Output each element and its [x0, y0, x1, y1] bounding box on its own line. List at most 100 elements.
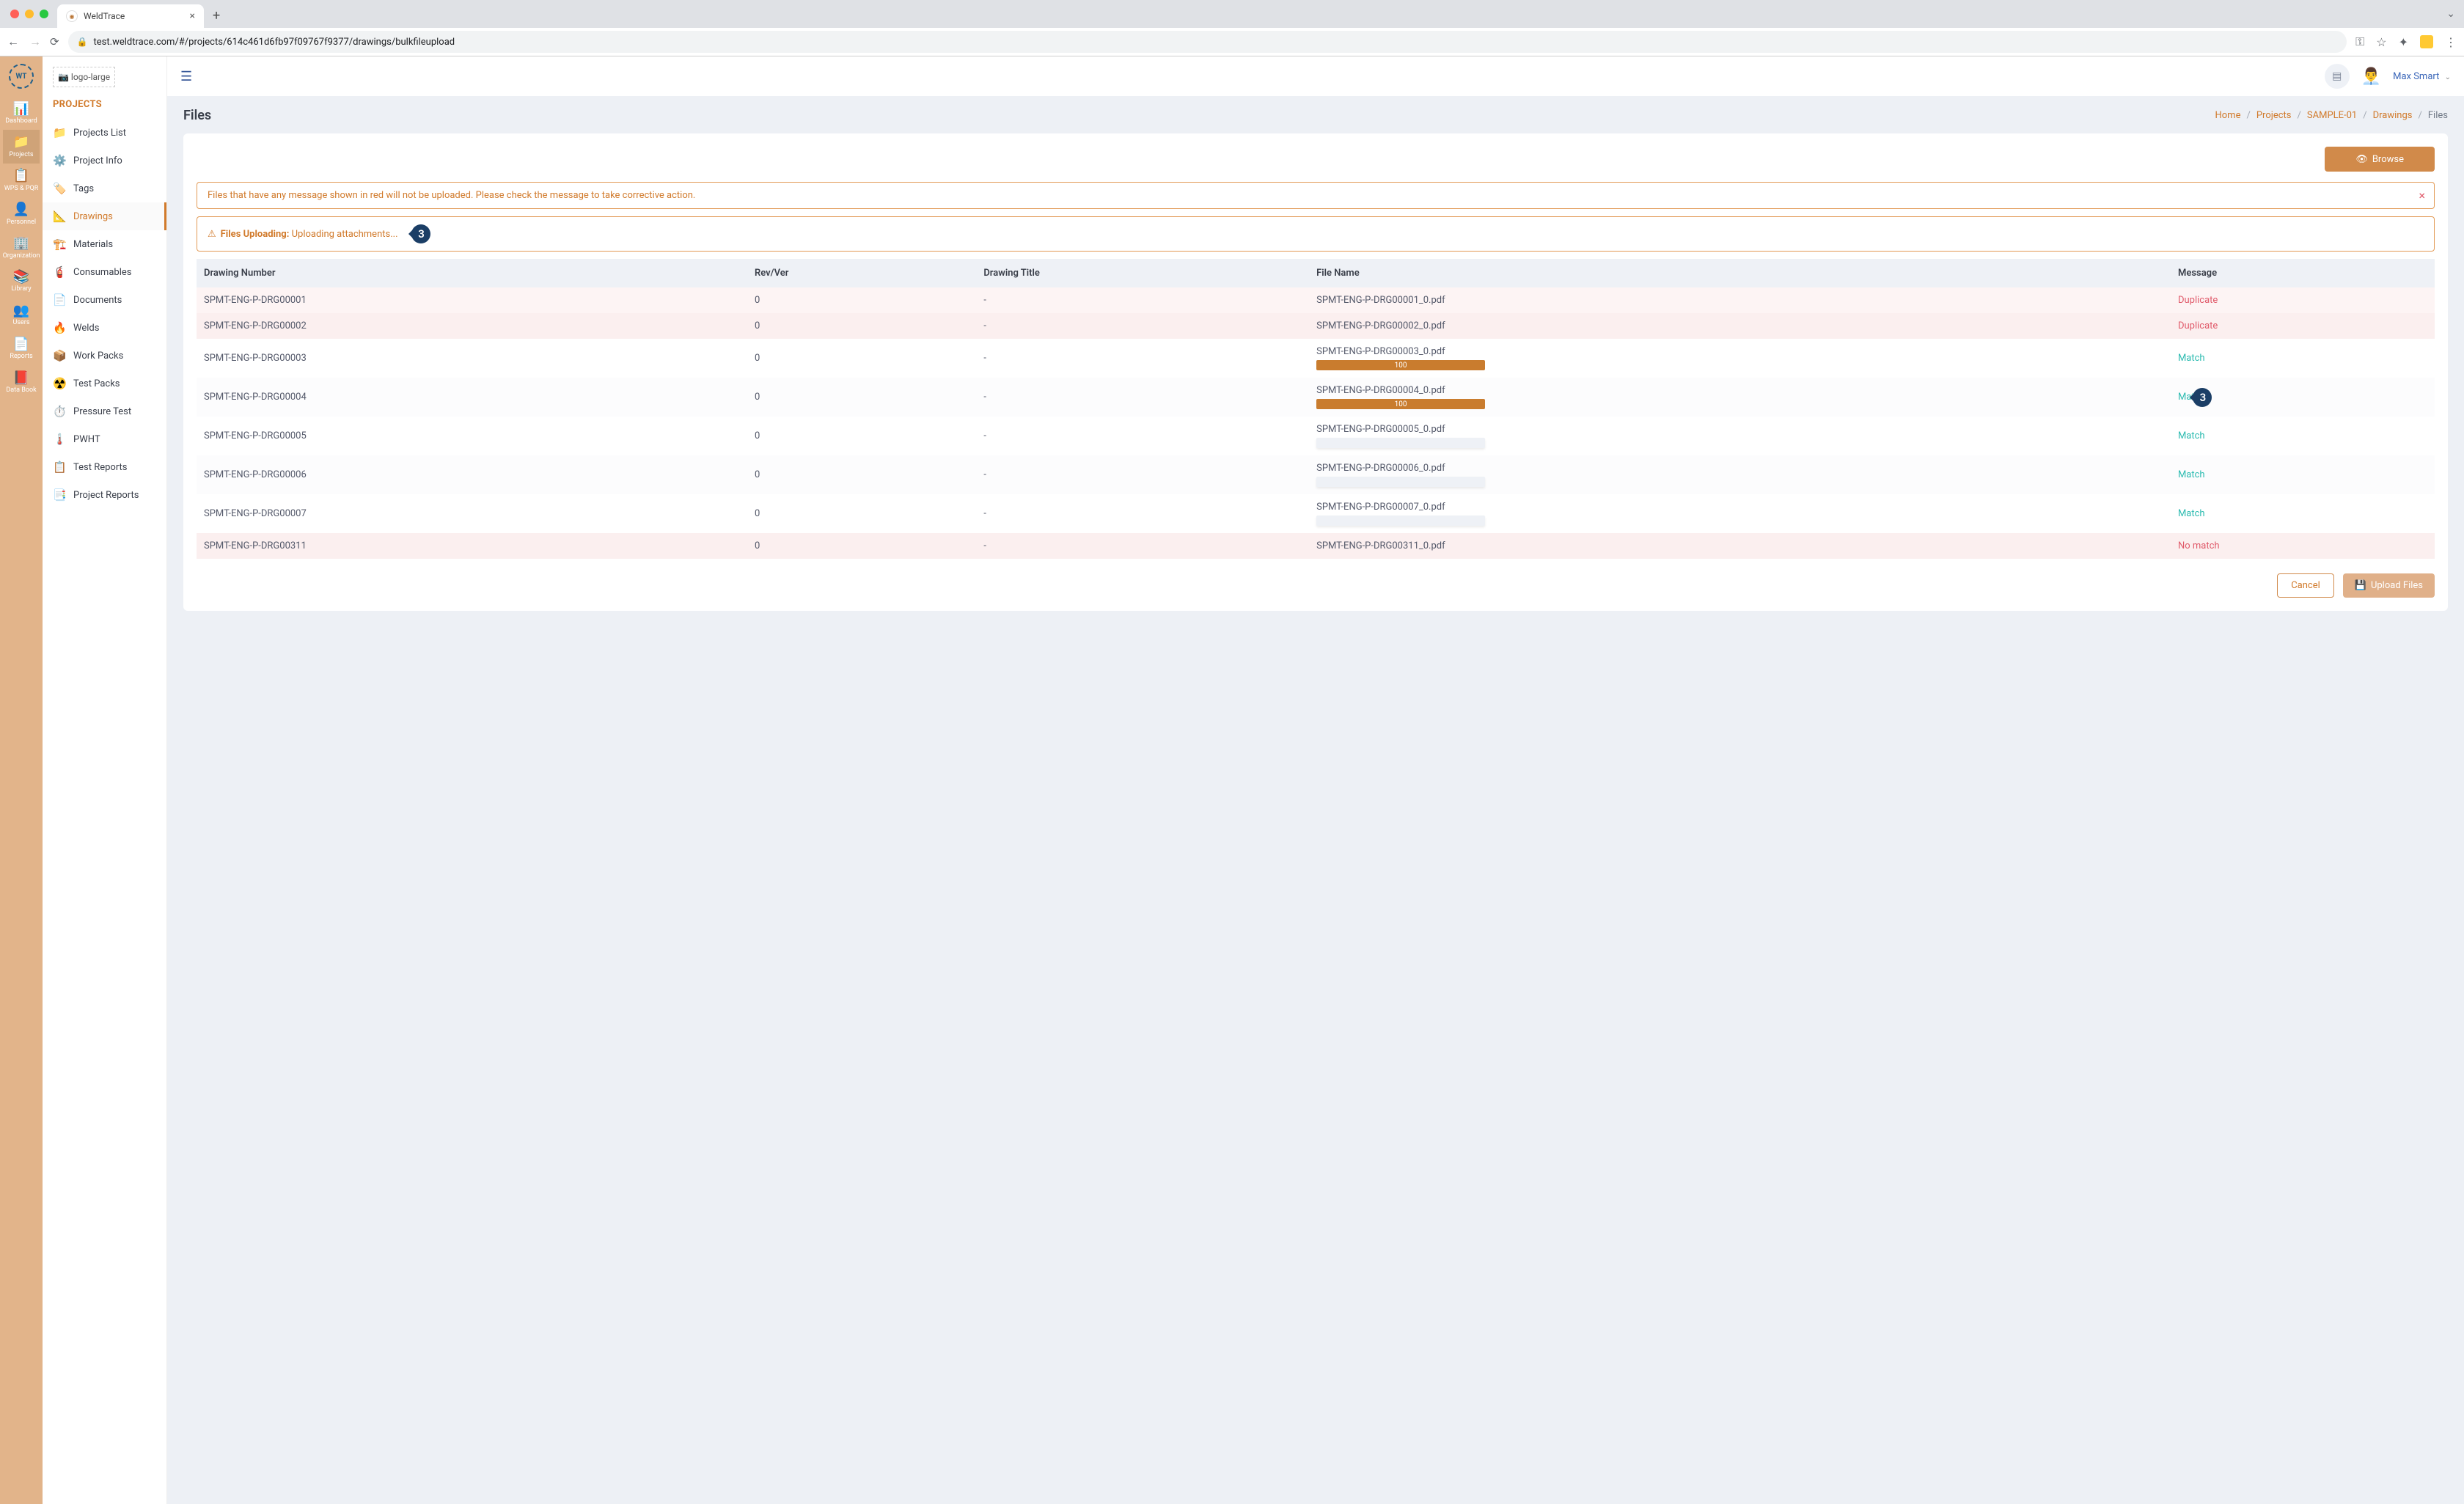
rail-label: Organization — [3, 253, 40, 260]
cell-file: SPMT-ENG-P-DRG00001_0.pdf — [1309, 287, 2171, 313]
cell-drawing-number: SPMT-ENG-P-DRG00001 — [197, 287, 747, 313]
window-maximize[interactable] — [40, 10, 48, 18]
file-name: SPMT-ENG-P-DRG00005_0.pdf — [1316, 424, 2163, 435]
extensions-icon[interactable]: ✦ — [2399, 35, 2408, 49]
upload-files-button[interactable]: 💾 Upload Files — [2343, 573, 2435, 598]
message-text: Duplicate — [2178, 320, 2218, 331]
callout-2: 3 — [2193, 388, 2212, 407]
message-text: Match — [2178, 469, 2205, 480]
submenu-item-welds[interactable]: 🔥Welds — [43, 314, 166, 342]
submenu-item-project-reports[interactable]: 📑Project Reports — [43, 481, 166, 509]
rail-item-personnel[interactable]: 👤Personnel — [3, 197, 40, 231]
file-name: SPMT-ENG-P-DRG00003_0.pdf — [1316, 346, 2163, 357]
star-icon[interactable]: ☆ — [2376, 35, 2386, 49]
cell-title: - — [976, 417, 1309, 455]
callout-1: 3 — [411, 224, 430, 243]
table-row: SPMT-ENG-P-DRG00002 0 - SPMT-ENG-P-DRG00… — [197, 313, 2435, 339]
cell-rev: 0 — [747, 455, 976, 494]
breadcrumb-home[interactable]: Home — [2215, 110, 2240, 121]
th-title: Drawing Title — [976, 259, 1309, 287]
submenu-label: Project Reports — [73, 490, 139, 501]
rail-icon: 🏢 — [13, 235, 29, 252]
submenu-item-project-info[interactable]: ⚙️Project Info — [43, 147, 166, 175]
nav-back-icon[interactable]: ← — [7, 34, 19, 49]
submenu-icon: 🏷️ — [53, 182, 66, 195]
window-close[interactable] — [10, 10, 19, 18]
cancel-button[interactable]: Cancel — [2277, 573, 2334, 598]
rail-item-projects[interactable]: 📁Projects — [3, 130, 40, 164]
th-message: Message — [2171, 259, 2435, 287]
eye-icon: 👁 — [2355, 154, 2368, 165]
progress-bar — [1316, 477, 1485, 487]
tab-overflow-icon[interactable]: ⌄ — [2446, 8, 2455, 20]
submenu-item-work-packs[interactable]: 📦Work Packs — [43, 342, 166, 370]
url-field[interactable]: 🔒 test.weldtrace.com/#/projects/614c461d… — [68, 31, 2347, 53]
rail-item-users[interactable]: 👥Users — [3, 298, 40, 331]
browse-label: Browse — [2372, 154, 2404, 165]
submenu-heading: PROJECTS — [43, 99, 166, 119]
window-controls — [10, 10, 48, 18]
cell-drawing-number: SPMT-ENG-P-DRG00007 — [197, 494, 747, 533]
main: ☰ ▤ 👨‍💼 Max Smart ⌄ Files Home/ Projects… — [167, 56, 2464, 1504]
key-icon[interactable]: ⚿ — [2355, 34, 2364, 49]
new-tab-button[interactable]: + — [213, 8, 220, 23]
submenu-item-pwht[interactable]: 🌡️PWHT — [43, 425, 166, 453]
browser-menu-icon[interactable]: ⋮ — [2445, 35, 2457, 49]
reader-mode-icon[interactable]: ▤ — [2325, 64, 2350, 89]
table-row: SPMT-ENG-P-DRG00311 0 - SPMT-ENG-P-DRG00… — [197, 533, 2435, 559]
rail-item-dashboard[interactable]: 📊Dashboard — [3, 96, 40, 130]
submenu-item-test-reports[interactable]: 📋Test Reports — [43, 453, 166, 481]
th-drawing-number: Drawing Number — [197, 259, 747, 287]
submenu-icon: 📐 — [53, 210, 66, 223]
reload-icon[interactable]: ⟳ — [50, 35, 59, 48]
cell-file: SPMT-ENG-P-DRG00004_0.pdf 100 3 — [1309, 378, 2171, 417]
tab-close-icon[interactable]: × — [190, 10, 195, 22]
user-menu[interactable]: Max Smart ⌄ — [2393, 71, 2451, 82]
message-text: No match — [2178, 540, 2220, 551]
alert-close-icon[interactable]: × — [2419, 188, 2425, 202]
rail-label: Personnel — [7, 219, 36, 227]
rail-item-reports[interactable]: 📄Reports — [3, 331, 40, 365]
rail-icon: 📄 — [13, 336, 29, 352]
cell-title: - — [976, 494, 1309, 533]
extension-badge-icon[interactable] — [2420, 35, 2433, 48]
submenu-item-documents[interactable]: 📄Documents — [43, 286, 166, 314]
window-minimize[interactable] — [25, 10, 34, 18]
submenu-item-projects-list[interactable]: 📁Projects List — [43, 119, 166, 147]
submenu-item-drawings[interactable]: 📐Drawings — [43, 202, 166, 230]
submenu-icon: 🏗️ — [53, 238, 66, 251]
progress-wrap — [1316, 438, 2163, 448]
cell-rev: 0 — [747, 378, 976, 417]
breadcrumb-projects[interactable]: Projects — [2256, 110, 2292, 121]
submenu-label: Projects List — [73, 128, 126, 139]
breadcrumb-drawings[interactable]: Drawings — [2373, 110, 2413, 121]
submenu-item-consumables[interactable]: 🧯Consumables — [43, 258, 166, 286]
th-file: File Name — [1309, 259, 2171, 287]
submenu-item-pressure-test[interactable]: ⏱️Pressure Test — [43, 397, 166, 425]
submenu-label: Work Packs — [73, 351, 123, 362]
hamburger-icon[interactable]: ☰ — [180, 69, 192, 84]
browse-button[interactable]: 👁 Browse — [2325, 147, 2435, 172]
rail-item-library[interactable]: 📚Library — [3, 264, 40, 298]
upload-card: 👁 Browse Files that have any message sho… — [183, 133, 2448, 611]
rail-item-data-book[interactable]: 📕Data Book — [3, 365, 40, 399]
rail-item-wps-pqr[interactable]: 📋WPS & PQR — [3, 164, 40, 197]
breadcrumb-project[interactable]: SAMPLE-01 — [2307, 110, 2357, 121]
app-logo-icon[interactable]: WT — [9, 64, 34, 89]
cell-file: SPMT-ENG-P-DRG00007_0.pdf — [1309, 494, 2171, 533]
tab-title: WeldTrace — [84, 11, 184, 21]
progress-fill: 100 — [1316, 399, 1485, 409]
submenu-item-materials[interactable]: 🏗️Materials — [43, 230, 166, 258]
submenu-item-tags[interactable]: 🏷️Tags — [43, 175, 166, 202]
user-name-label: Max Smart — [2393, 71, 2439, 82]
browser-tab[interactable]: ◉ WeldTrace × — [57, 4, 204, 28]
rail-item-organization[interactable]: 🏢Organization — [3, 231, 40, 265]
save-icon: 💾 — [2355, 580, 2366, 591]
submenu-item-test-packs[interactable]: ☢️Test Packs — [43, 370, 166, 397]
submenu-icon: 📄 — [53, 293, 66, 307]
table-row: SPMT-ENG-P-DRG00007 0 - SPMT-ENG-P-DRG00… — [197, 494, 2435, 533]
th-rev: Rev/Ver — [747, 259, 976, 287]
cell-title: - — [976, 378, 1309, 417]
submenu-label: Test Reports — [73, 462, 128, 473]
cell-message: Duplicate — [2171, 313, 2435, 339]
